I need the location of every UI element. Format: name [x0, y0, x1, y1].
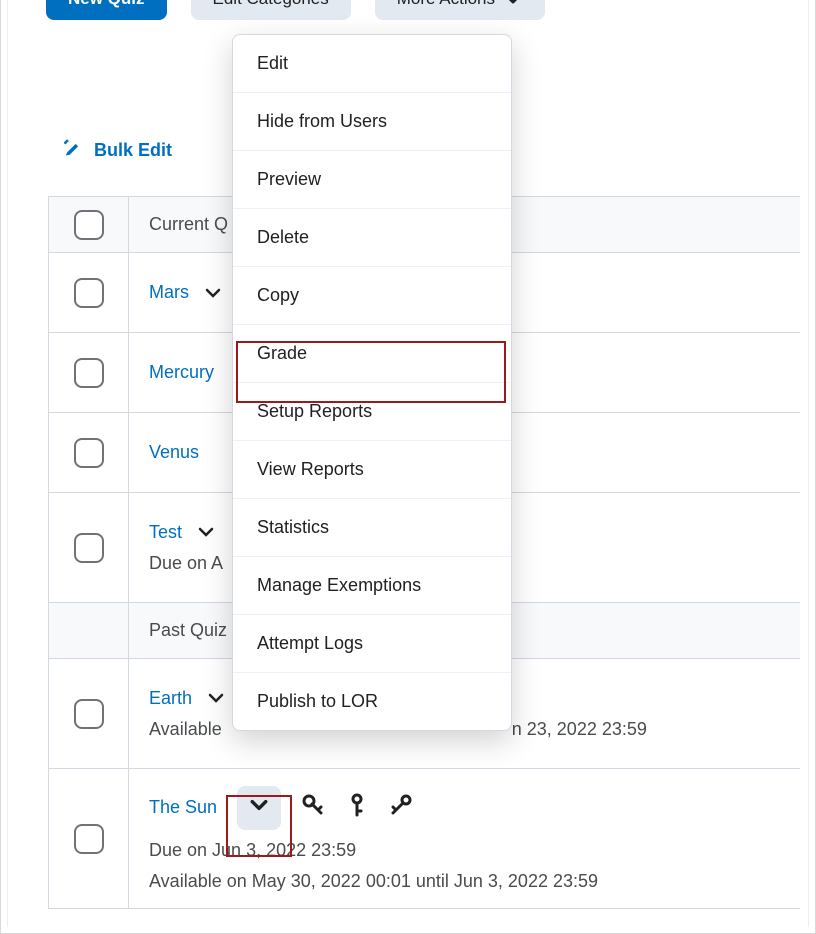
chevron-down-icon[interactable]: [206, 688, 226, 708]
quiz-link-mars[interactable]: Mars: [149, 282, 189, 303]
menu-item-preview[interactable]: Preview: [233, 151, 511, 209]
menu-item-grade[interactable]: Grade: [233, 325, 511, 383]
due-text: Due on Jun 3, 2022 23:59: [149, 840, 780, 861]
new-quiz-button[interactable]: New Quiz: [46, 0, 167, 20]
more-actions-label: More Actions: [397, 0, 495, 9]
bulk-edit-label: Bulk Edit: [94, 140, 172, 161]
quiz-link-sun[interactable]: The Sun: [149, 797, 217, 818]
quiz-link-test[interactable]: Test: [149, 522, 182, 543]
checkbox[interactable]: [74, 358, 104, 388]
menu-item-hide[interactable]: Hide from Users: [233, 93, 511, 151]
quiz-link-mercury[interactable]: Mercury: [149, 362, 214, 383]
table-row: The Sun Due on Jun 3, 2022 23:59 Availab…: [49, 769, 800, 909]
quiz-context-menu: Edit Hide from Users Preview Delete Copy…: [232, 34, 512, 731]
menu-item-publish-lor[interactable]: Publish to LOR: [233, 673, 511, 730]
menu-item-manage-exemptions[interactable]: Manage Exemptions: [233, 557, 511, 615]
menu-item-delete[interactable]: Delete: [233, 209, 511, 267]
menu-item-setup-reports[interactable]: Setup Reports: [233, 383, 511, 441]
edit-categories-button[interactable]: Edit Categories: [191, 0, 351, 20]
quiz-link-venus[interactable]: Venus: [149, 442, 199, 463]
menu-item-attempt-logs[interactable]: Attempt Logs: [233, 615, 511, 673]
avail-prefix: Available: [149, 719, 222, 739]
chevron-down-icon[interactable]: [196, 522, 216, 542]
quiz-actions-toggle[interactable]: [237, 786, 281, 830]
menu-item-edit[interactable]: Edit: [233, 35, 511, 93]
key-icon: [345, 793, 369, 822]
pencil-icon: [64, 138, 84, 163]
available-text: Available on May 30, 2022 00:01 until Ju…: [149, 871, 780, 892]
bulk-edit-link[interactable]: Bulk Edit: [64, 138, 172, 163]
checkbox[interactable]: [74, 699, 104, 729]
checkbox-all[interactable]: [74, 210, 104, 240]
checkbox[interactable]: [74, 438, 104, 468]
menu-item-copy[interactable]: Copy: [233, 267, 511, 325]
checkbox[interactable]: [74, 824, 104, 854]
chevron-down-icon: [503, 0, 523, 9]
key-icon: [301, 793, 325, 822]
key-icon: [389, 793, 413, 822]
menu-item-view-reports[interactable]: View Reports: [233, 441, 511, 499]
chevron-down-icon[interactable]: [203, 283, 223, 303]
avail-suffix: n 23, 2022 23:59: [512, 719, 647, 739]
chevron-down-icon: [250, 796, 268, 819]
menu-item-statistics[interactable]: Statistics: [233, 499, 511, 557]
checkbox[interactable]: [74, 278, 104, 308]
quiz-link-earth[interactable]: Earth: [149, 688, 192, 709]
more-actions-button[interactable]: More Actions: [375, 0, 545, 20]
checkbox[interactable]: [74, 533, 104, 563]
